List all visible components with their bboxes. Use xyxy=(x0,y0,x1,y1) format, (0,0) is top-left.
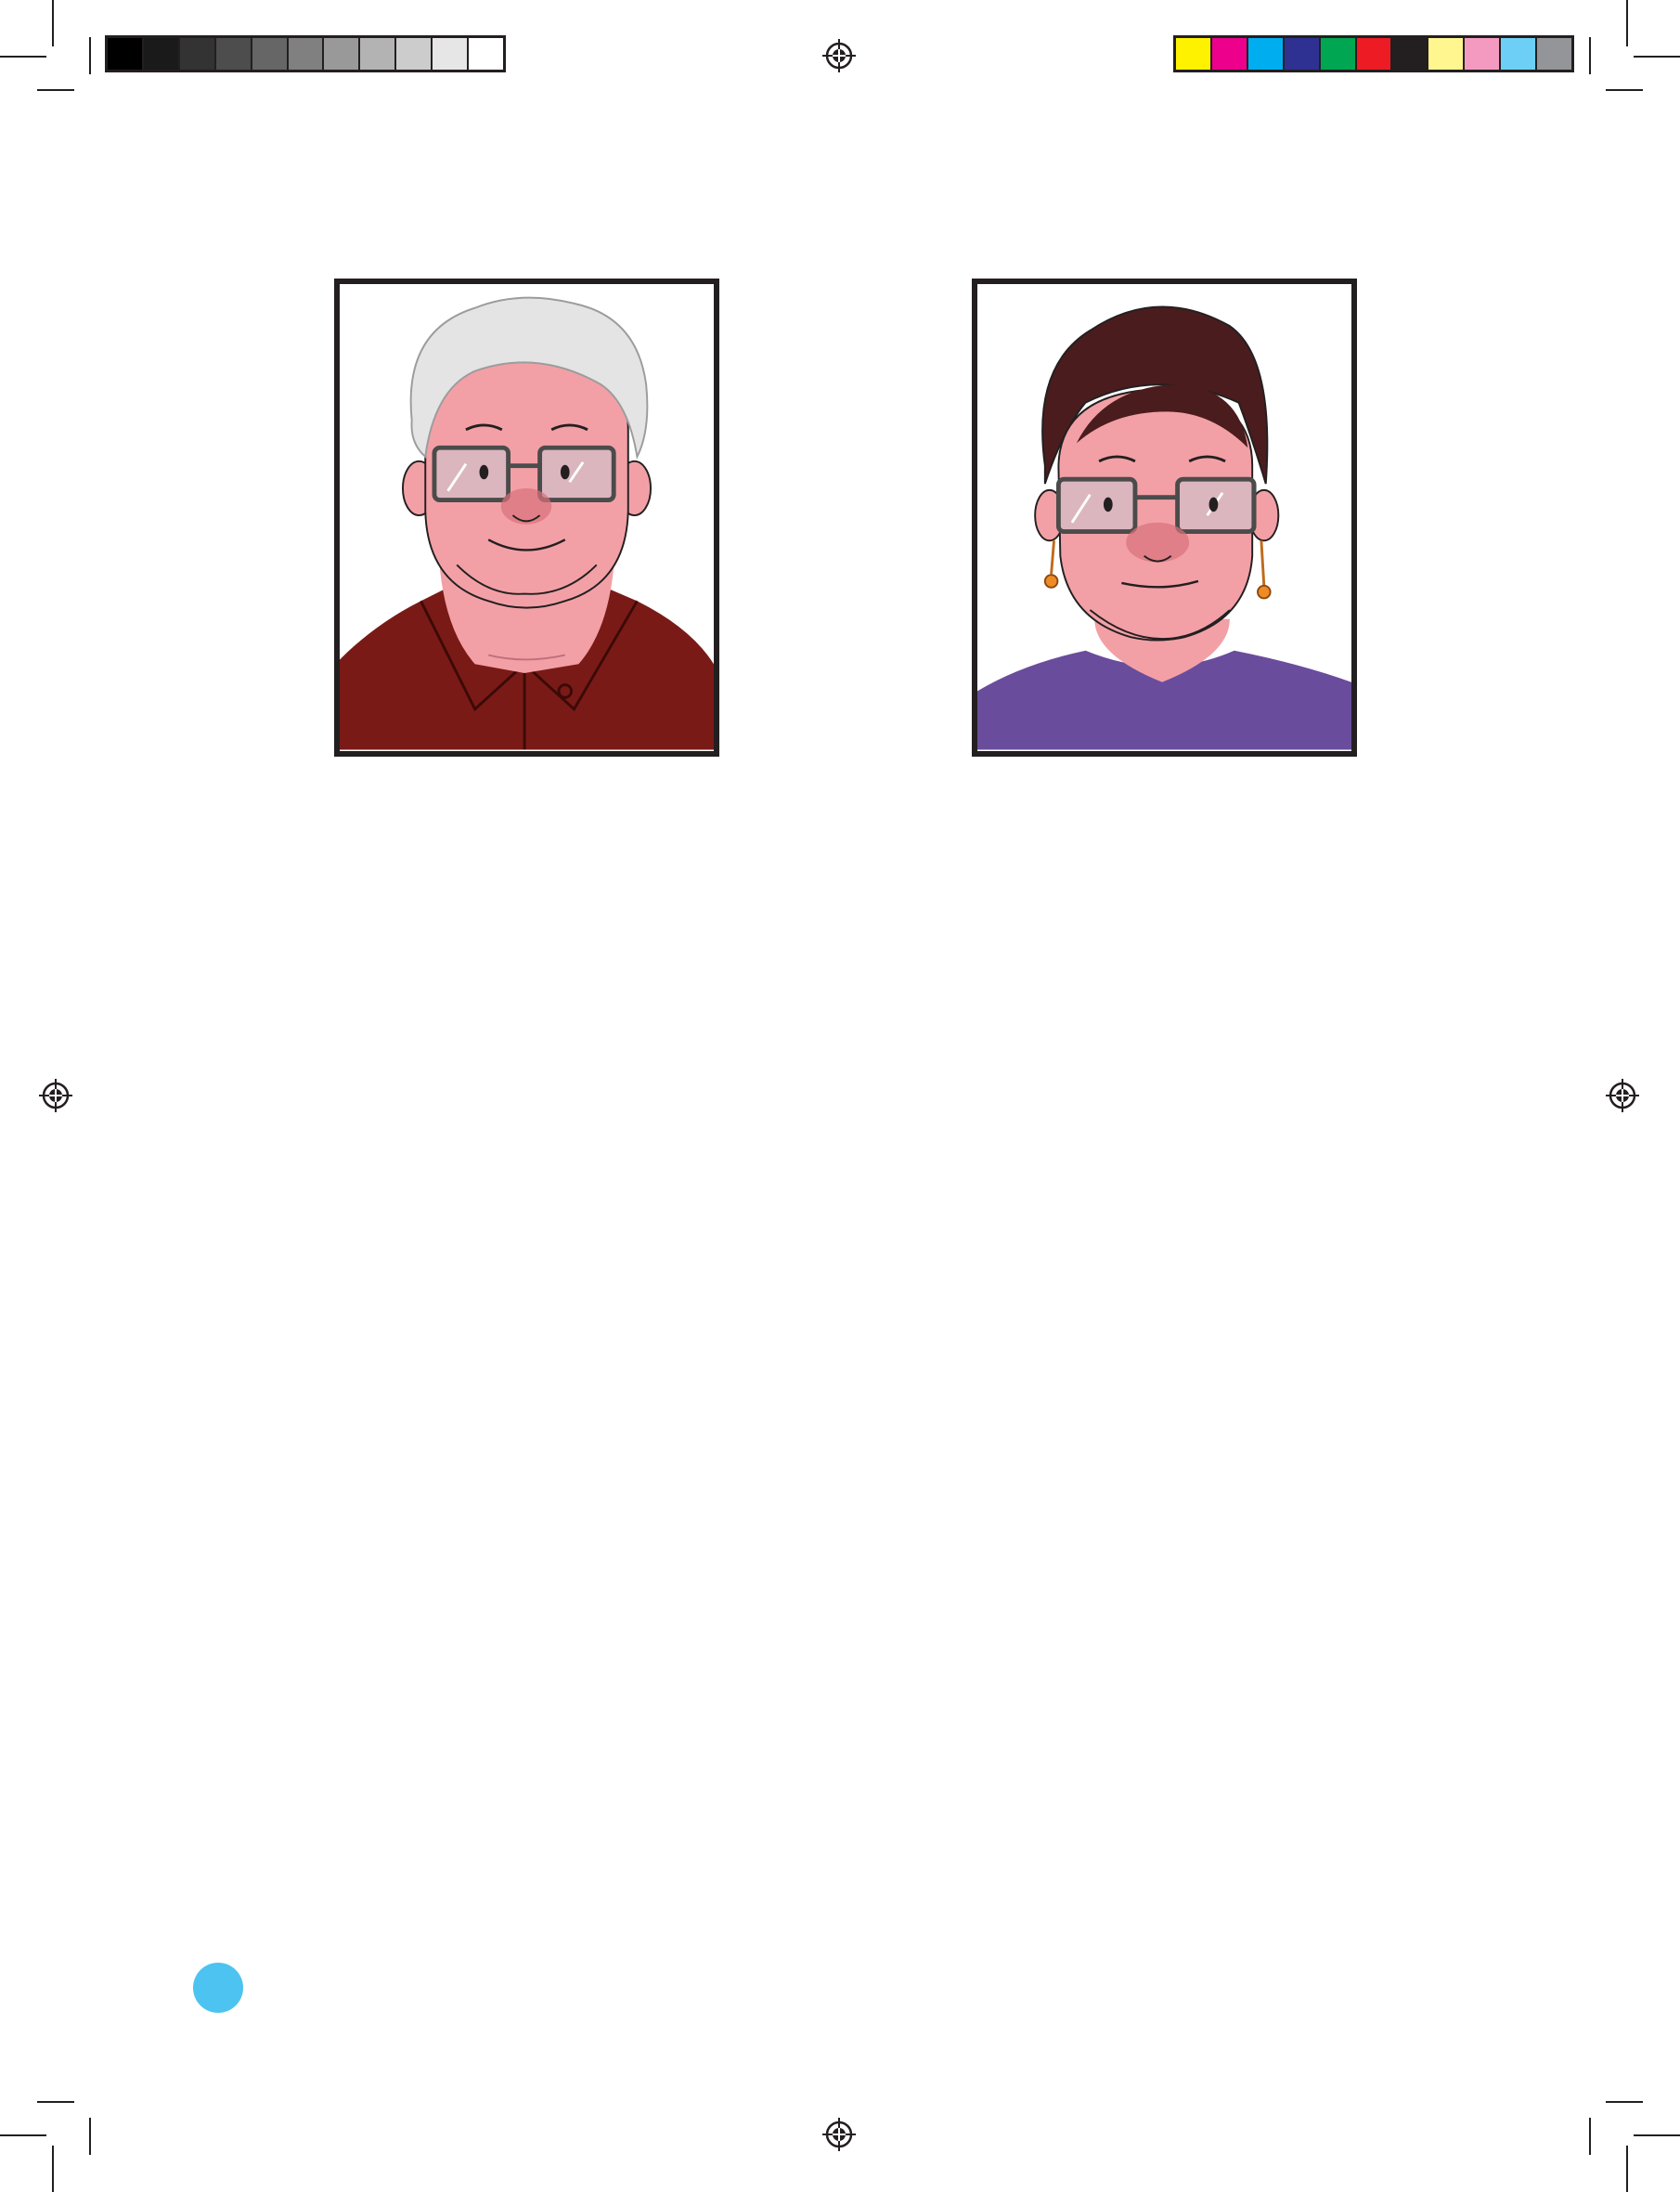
portrait-older-man-icon xyxy=(340,296,714,750)
registration-mark-icon xyxy=(822,39,856,72)
color-swatch xyxy=(1501,38,1538,70)
page-marker-dot xyxy=(193,1963,243,2013)
crop-mark xyxy=(1589,37,1591,74)
crop-mark xyxy=(89,37,91,74)
crop-mark xyxy=(37,2101,74,2103)
grayscale-swatch xyxy=(252,38,289,70)
grayscale-swatch xyxy=(108,38,144,70)
crop-mark xyxy=(0,56,46,58)
crop-mark xyxy=(0,2134,46,2136)
portrait-frame-man xyxy=(334,279,719,757)
portrait-woman-icon xyxy=(977,305,1351,750)
crop-mark xyxy=(1626,2146,1628,2192)
crop-mark xyxy=(52,2146,54,2192)
grayscale-swatch xyxy=(143,38,180,70)
color-swatch xyxy=(1465,38,1502,70)
color-swatch xyxy=(1537,38,1571,70)
color-swatch xyxy=(1320,38,1357,70)
grayscale-swatch xyxy=(469,38,503,70)
crop-mark xyxy=(1589,2118,1591,2155)
portrait-frame-woman xyxy=(972,279,1357,757)
color-swatch xyxy=(1247,38,1285,70)
crop-mark xyxy=(1606,2101,1643,2103)
grayscale-calibration-bar xyxy=(105,35,506,72)
crop-mark xyxy=(37,89,74,91)
registration-mark-icon xyxy=(822,2118,856,2151)
color-swatch xyxy=(1176,38,1212,70)
crop-mark xyxy=(89,2118,91,2155)
crop-mark xyxy=(52,0,54,46)
grayscale-swatch xyxy=(288,38,325,70)
grayscale-swatch xyxy=(215,38,252,70)
registration-mark-icon xyxy=(1606,1079,1639,1112)
crop-mark xyxy=(1634,56,1680,58)
registration-mark-icon xyxy=(39,1079,72,1112)
grayscale-swatch xyxy=(324,38,361,70)
grayscale-swatch xyxy=(396,38,433,70)
grayscale-swatch xyxy=(179,38,216,70)
color-swatch xyxy=(1211,38,1248,70)
color-swatch xyxy=(1392,38,1429,70)
crop-mark xyxy=(1626,0,1628,46)
crop-mark xyxy=(1606,89,1643,91)
grayscale-swatch xyxy=(433,38,470,70)
crop-mark xyxy=(1634,2134,1680,2136)
color-swatch xyxy=(1356,38,1393,70)
grayscale-swatch xyxy=(360,38,397,70)
color-swatch xyxy=(1428,38,1466,70)
color-calibration-bar xyxy=(1173,35,1574,72)
color-swatch xyxy=(1284,38,1321,70)
